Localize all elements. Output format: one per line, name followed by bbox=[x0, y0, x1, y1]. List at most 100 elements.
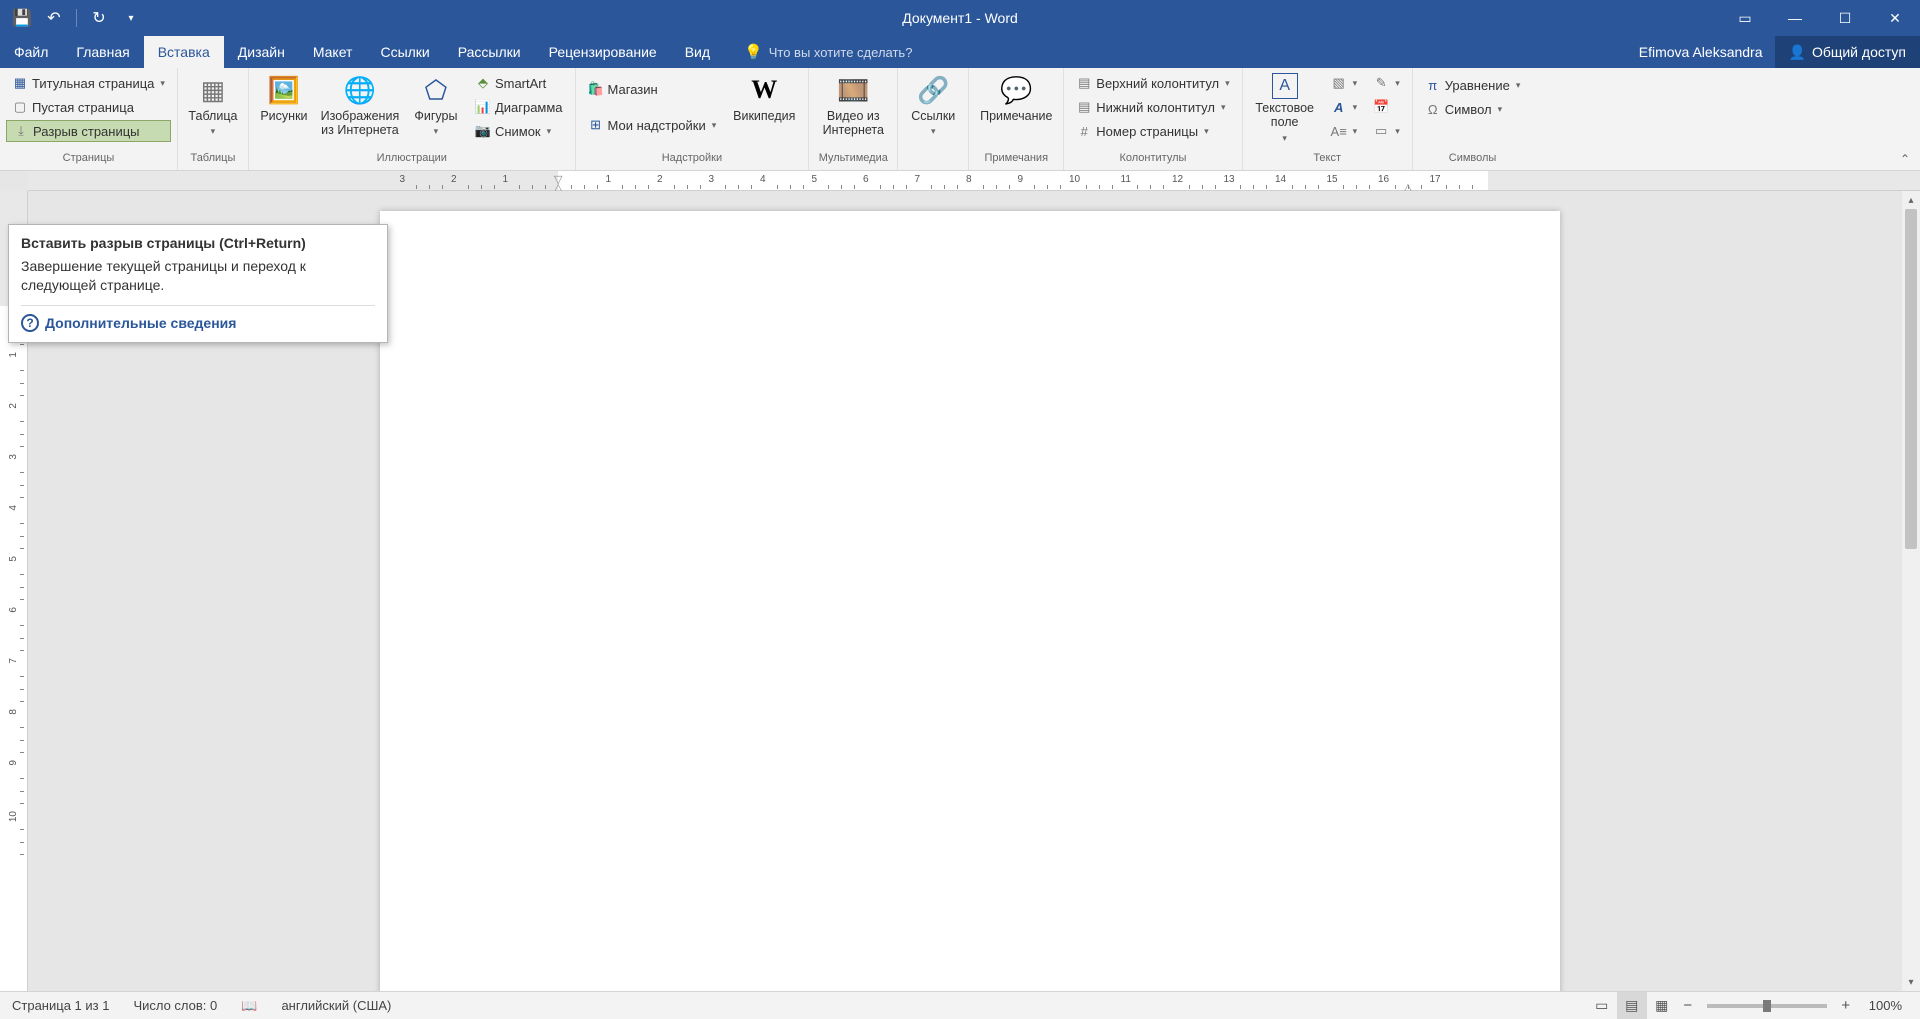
tooltip-body: Завершение текущей страницы и переход к … bbox=[21, 257, 375, 295]
chart-button[interactable]: 📊 Диаграмма bbox=[469, 96, 569, 118]
tab-design[interactable]: Дизайн bbox=[224, 36, 299, 68]
wordart-button[interactable]: A▾ bbox=[1325, 96, 1364, 118]
tellme-placeholder: Что вы хотите сделать? bbox=[769, 45, 913, 60]
quickparts-icon: ▧ bbox=[1331, 75, 1347, 91]
pictures-button[interactable]: 🖼️ Рисунки bbox=[253, 70, 315, 126]
scroll-thumb[interactable] bbox=[1905, 209, 1917, 549]
ruler-h-label: 2 bbox=[657, 174, 663, 185]
proofing-icon: 📖 bbox=[241, 998, 257, 1014]
page-break-tooltip: Вставить разрыв страницы (Ctrl+Return) З… bbox=[8, 224, 388, 343]
print-layout-button[interactable]: ▤ bbox=[1617, 992, 1647, 1019]
smartart-button[interactable]: ⬘ SmartArt bbox=[469, 72, 569, 94]
online-pictures-icon: 🌐 bbox=[343, 73, 377, 107]
symbol-button[interactable]: Ω Символ ▾ bbox=[1419, 98, 1527, 120]
scroll-down-arrow[interactable]: ▾ bbox=[1902, 973, 1920, 991]
group-links: 🔗 Ссылки▾ bbox=[898, 68, 969, 170]
maximize-button[interactable]: ☐ bbox=[1820, 0, 1870, 36]
tab-insert[interactable]: Вставка bbox=[144, 36, 224, 68]
chart-icon: 📊 bbox=[475, 99, 491, 115]
tab-mailings[interactable]: Рассылки bbox=[444, 36, 535, 68]
user-name[interactable]: Efimova Aleksandra bbox=[1627, 44, 1775, 60]
zoom-slider-knob[interactable] bbox=[1763, 1000, 1771, 1012]
shapes-button[interactable]: ⬠ Фигуры▾ bbox=[405, 70, 467, 141]
my-addins-button[interactable]: ⊞ Мои надстройки ▾ bbox=[582, 114, 723, 136]
undo-button[interactable]: ↶ bbox=[40, 4, 68, 32]
screenshot-button[interactable]: 📷 Снимок ▾ bbox=[469, 120, 569, 142]
ruler-v-label: 9 bbox=[8, 760, 19, 766]
store-button[interactable]: 🛍️ Магазин bbox=[582, 78, 723, 100]
ruler-h-label: 16 bbox=[1378, 174, 1389, 185]
proofing-button[interactable]: 📖 bbox=[229, 992, 269, 1019]
online-video-button[interactable]: 🎞️ Видео из Интернета bbox=[813, 70, 893, 141]
read-mode-button[interactable]: ▭ bbox=[1587, 992, 1617, 1019]
tab-references[interactable]: Ссылки bbox=[366, 36, 443, 68]
screenshot-icon: 📷 bbox=[475, 123, 491, 139]
tab-view[interactable]: Вид bbox=[671, 36, 724, 68]
web-layout-button[interactable]: ▦ bbox=[1647, 992, 1677, 1019]
collapse-ribbon-button[interactable]: ⌃ bbox=[1900, 152, 1910, 166]
ruler-h-label: 8 bbox=[966, 174, 972, 185]
language-indicator[interactable]: английский (США) bbox=[269, 992, 403, 1019]
qat-customize[interactable]: ▾ bbox=[117, 4, 145, 32]
ruler-h-label: 7 bbox=[915, 174, 921, 185]
datetime-button[interactable]: 📅 bbox=[1367, 96, 1406, 118]
redo-button[interactable]: ↻ bbox=[85, 4, 113, 32]
page-number-button[interactable]: # Номер страницы ▾ bbox=[1070, 120, 1235, 142]
tellme-search[interactable]: 💡 Что вы хотите сделать? bbox=[724, 36, 912, 68]
tab-file[interactable]: Файл bbox=[0, 36, 62, 68]
online-pictures-label: Изображения из Интернета bbox=[317, 109, 403, 138]
zoom-in-button[interactable]: + bbox=[1835, 997, 1857, 1014]
equation-button[interactable]: π Уравнение ▾ bbox=[1419, 74, 1527, 96]
tab-review[interactable]: Рецензирование bbox=[535, 36, 671, 68]
tab-home[interactable]: Главная bbox=[62, 36, 143, 68]
ruler-h-label: 10 bbox=[1069, 174, 1080, 185]
wikipedia-button[interactable]: W Википедия bbox=[724, 70, 804, 126]
drop-cap-button[interactable]: A≡▾ bbox=[1325, 120, 1364, 142]
textbox-button[interactable]: A Текстовое поле▾ bbox=[1247, 70, 1323, 147]
zoom-level[interactable]: 100% bbox=[1857, 992, 1920, 1019]
table-button[interactable]: ▦ Таблица▾ bbox=[182, 70, 244, 141]
group-symbols-label: Символы bbox=[1417, 152, 1529, 170]
tooltip-more-link[interactable]: ? Дополнительные сведения bbox=[21, 305, 375, 332]
wikipedia-icon: W bbox=[747, 73, 781, 107]
blank-page-button[interactable]: ▢ Пустая страница bbox=[6, 96, 171, 118]
minimize-button[interactable]: — bbox=[1770, 0, 1820, 36]
symbol-icon: Ω bbox=[1425, 101, 1441, 117]
object-button[interactable]: ▭▾ bbox=[1367, 120, 1406, 142]
header-button[interactable]: ▤ Верхний колонтитул ▾ bbox=[1070, 72, 1235, 94]
scroll-up-arrow[interactable]: ▴ bbox=[1902, 191, 1920, 209]
signature-icon: ✎ bbox=[1373, 75, 1389, 91]
page-indicator[interactable]: Страница 1 из 1 bbox=[0, 992, 121, 1019]
cover-page-button[interactable]: ▦ Титульная страница ▾ bbox=[6, 72, 171, 94]
links-button[interactable]: 🔗 Ссылки▾ bbox=[902, 70, 964, 141]
zoom-out-button[interactable]: − bbox=[1677, 997, 1699, 1014]
save-button[interactable]: 💾 bbox=[8, 4, 36, 32]
online-pictures-button[interactable]: 🌐 Изображения из Интернета bbox=[315, 70, 405, 141]
group-symbols: π Уравнение ▾ Ω Символ ▾ Символы bbox=[1413, 68, 1533, 170]
word-count[interactable]: Число слов: 0 bbox=[121, 992, 229, 1019]
quick-parts-button[interactable]: ▧▾ bbox=[1325, 72, 1364, 94]
cover-page-icon: ▦ bbox=[12, 75, 28, 91]
signature-button[interactable]: ✎▾ bbox=[1367, 72, 1406, 94]
ribbon-display-button[interactable]: ▭ bbox=[1720, 0, 1770, 36]
textbox-icon: A bbox=[1272, 73, 1298, 99]
page-break-button[interactable]: ⤓ Разрыв страницы bbox=[6, 120, 171, 142]
close-button[interactable]: ✕ bbox=[1870, 0, 1920, 36]
cover-page-label: Титульная страница bbox=[32, 76, 154, 91]
group-illustrations-label: Иллюстрации bbox=[253, 152, 571, 170]
footer-button[interactable]: ▤ Нижний колонтитул ▾ bbox=[1070, 96, 1235, 118]
comment-button[interactable]: 💬 Примечание bbox=[973, 70, 1059, 126]
page-canvas[interactable] bbox=[380, 211, 1560, 991]
share-button[interactable]: 👤 Общий доступ bbox=[1775, 36, 1920, 68]
textbox-label: Текстовое поле bbox=[1255, 101, 1314, 129]
ruler-h-label: 14 bbox=[1275, 174, 1286, 185]
zoom-slider[interactable] bbox=[1707, 1004, 1827, 1008]
ruler-v-label: 6 bbox=[8, 607, 19, 613]
vertical-scrollbar[interactable]: ▴ ▾ bbox=[1902, 191, 1920, 991]
object-icon: ▭ bbox=[1373, 123, 1389, 139]
dropcap-icon: A≡ bbox=[1331, 123, 1347, 139]
comment-label: Примечание bbox=[980, 109, 1052, 123]
tab-layout[interactable]: Макет bbox=[299, 36, 367, 68]
tooltip-link-label: Дополнительные сведения bbox=[45, 315, 236, 331]
horizontal-ruler[interactable]: 3211234567891011121314151617▽△△ bbox=[28, 171, 1920, 191]
